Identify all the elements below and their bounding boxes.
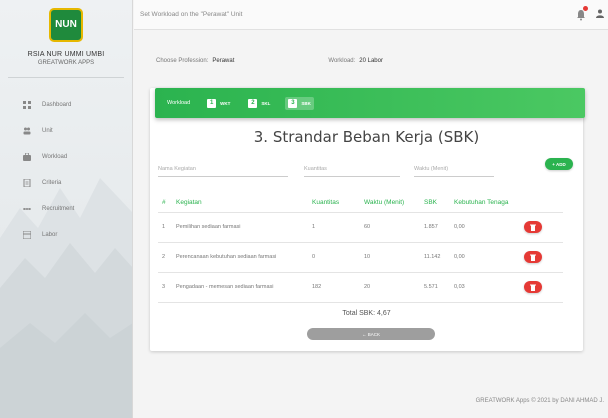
col-header-no: # [158,194,172,213]
user-icon [596,9,604,18]
footer: GREATWORK Apps © 2021 by DANI AHMAD J. [475,398,604,404]
step-sbk[interactable]: 3 SBK [285,96,314,110]
sidebar-item-label: Dashboard [42,102,72,108]
col-header-sbk: SBK [420,194,450,213]
back-button[interactable]: ← BACK [307,328,435,340]
unit-icon [22,126,32,136]
brand-subtitle: GREATWORK APPS [37,60,95,66]
top-bar: Set Workload on the "Perawat" Unit [134,0,608,30]
brand-divider [8,77,124,78]
waktu-input[interactable] [414,155,494,177]
sidebar-item-unit[interactable]: Unit [0,118,132,144]
trash-icon [530,284,536,291]
recruitment-icon [22,204,32,214]
brand-title: RSIA NUR UMMI UMBI [27,51,105,58]
table-row: 1 Pemilihan sediaan farmasi 1 60 1.857 0… [158,212,563,243]
criteria-icon [22,178,32,188]
user-menu-button[interactable] [596,9,604,20]
add-activity-form: + ADD [158,155,573,177]
wizard-header: Workload 1 WKT 2 SKL 3 SBK [155,88,585,118]
trash-icon [530,224,536,231]
sidebar-item-label: Unit [42,128,53,134]
sidebar-item-labor[interactable]: Labor [0,222,132,248]
delete-button[interactable] [524,281,542,293]
profession-select[interactable]: Perawat [212,58,234,64]
labor-icon [22,230,32,240]
col-header-waktu: Waktu (Menit) [360,194,420,213]
col-header-kegiatan: Kegiatan [172,194,308,213]
profession-bar: Choose Profession: Perawat Workload: 20 … [140,46,585,76]
step-skl[interactable]: 2 SKL [245,97,273,110]
app-logo: NUN [49,8,83,42]
col-header-kuantitas: Kuantitas [308,194,360,213]
sidebar-item-dashboard[interactable]: Dashboard [0,92,132,118]
workload-label: Workload: [328,58,356,64]
notification-button[interactable] [576,6,588,21]
sidebar-item-label: Labor [42,232,58,238]
col-header-kebutuhan: Kebutuhan Tenaga [450,194,520,213]
page-title: Set Workload on the "Perawat" Unit [140,11,243,18]
total-sbk: Total SBK: 4,67 [342,310,391,317]
table-row: 2 Perencanaan kebutuhan sediaan farmasi … [158,242,563,273]
step-wkt[interactable]: 1 WKT [204,97,233,110]
sidebar: NUN RSIA NUR UMMI UMBI GREATWORK APPS Da… [0,0,133,418]
profession-label: Choose Profession: [156,58,209,64]
trash-icon [530,254,536,261]
sidebar-nav: Dashboard Unit Workload Criteria Recruit… [0,92,132,248]
add-button[interactable]: + ADD [545,158,573,170]
card-title: 3. Strandar Beban Kerja (SBK) [253,128,480,146]
wizard-label: Workload [167,100,191,106]
sbk-table: # Kegiatan Kuantitas Waktu (Menit) SBK K… [158,194,563,303]
sidebar-item-label: Workload [42,154,68,160]
notification-badge [583,6,588,11]
col-header-action [520,194,563,213]
delete-button[interactable] [524,221,542,233]
sidebar-item-label: Criteria [42,180,62,186]
sidebar-item-criteria[interactable]: Criteria [0,170,132,196]
sidebar-item-recruitment[interactable]: Recruitment [0,196,132,222]
dashboard-icon [22,100,32,110]
sidebar-item-label: Recruitment [42,206,75,212]
kuantitas-input[interactable] [304,155,400,177]
sidebar-item-workload[interactable]: Workload [0,144,132,170]
workload-icon [22,152,32,162]
delete-button[interactable] [524,251,542,263]
workload-value: 20 Labor [359,58,383,64]
sbk-card: Workload 1 WKT 2 SKL 3 SBK 3. Strandar B… [150,88,585,351]
table-row: 3 Pengadaan - memesan sediaan farmasi 18… [158,272,563,303]
kegiatan-input[interactable] [158,155,288,177]
